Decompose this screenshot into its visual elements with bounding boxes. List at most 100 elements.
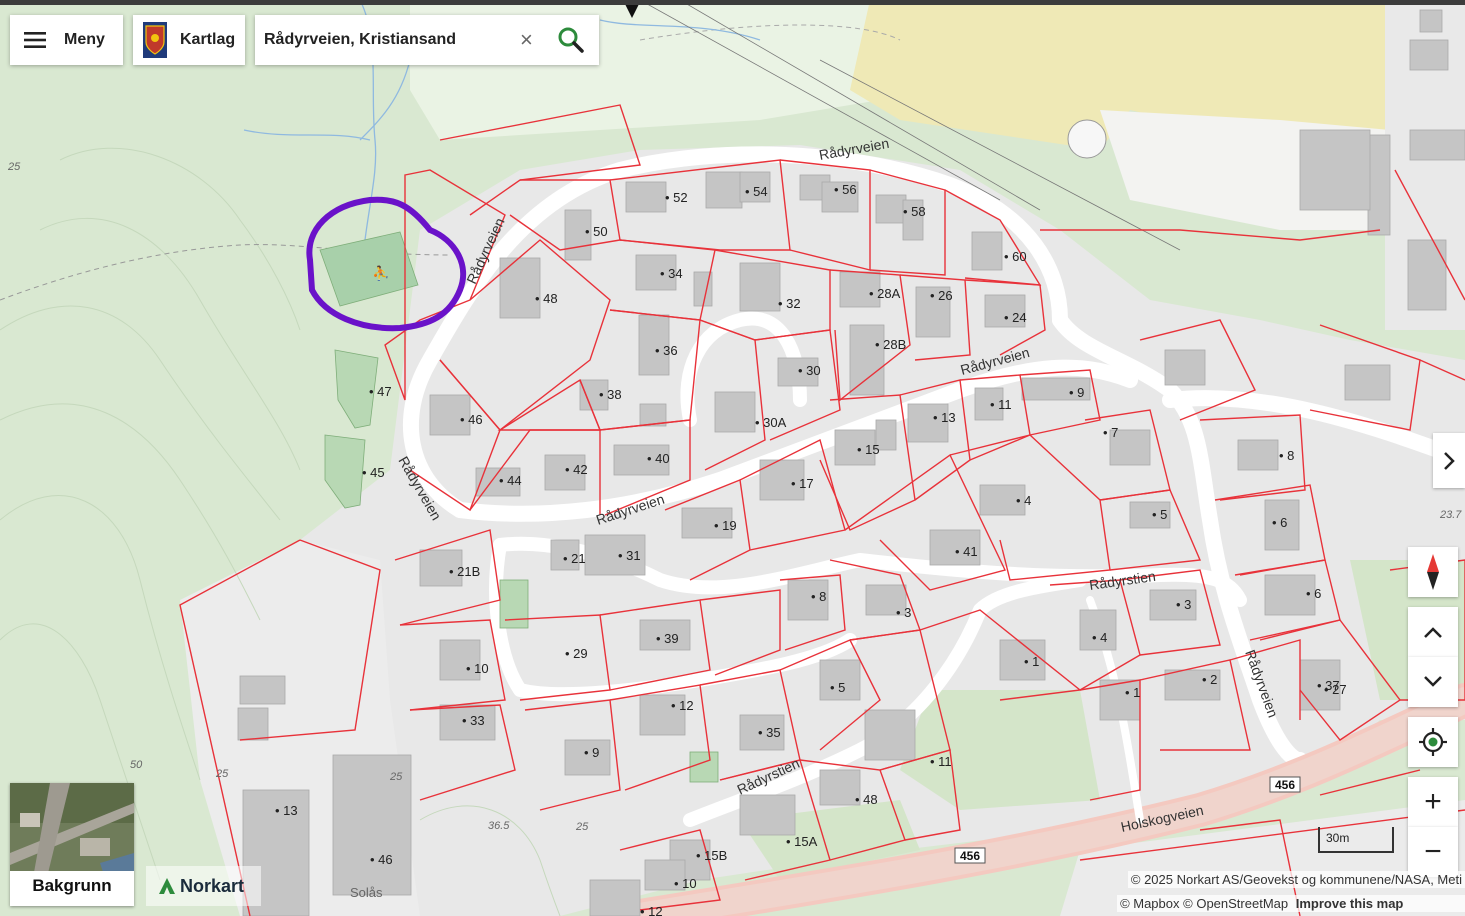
house-number-label: • 60 bbox=[1004, 249, 1027, 264]
house-number-label: • 8 bbox=[811, 589, 826, 604]
search-icon[interactable] bbox=[557, 26, 585, 54]
elevation-label: 36.5 bbox=[488, 820, 510, 832]
house-number-label: • 10 bbox=[674, 876, 697, 891]
zoom-in-button[interactable]: + bbox=[1408, 777, 1458, 827]
house-number-label: • 34 bbox=[660, 266, 683, 281]
house-number-label: • 33 bbox=[462, 713, 485, 728]
clear-search-button[interactable]: × bbox=[520, 27, 533, 53]
house-number-label: • 29 bbox=[565, 646, 588, 661]
house-number-label: • 12 bbox=[640, 904, 663, 916]
chevron-down-icon bbox=[1424, 676, 1442, 687]
house-number-label: • 47 bbox=[369, 384, 392, 399]
house-number-label: • 40 bbox=[647, 451, 670, 466]
hamburger-icon bbox=[24, 32, 46, 48]
house-number-label: • 45 bbox=[362, 465, 385, 480]
house-number-label: • 11 bbox=[930, 754, 952, 769]
house-number-label: • 21B bbox=[449, 564, 480, 579]
house-number-label: • 56 bbox=[834, 182, 857, 197]
house-number-label: • 1 bbox=[1024, 654, 1039, 669]
house-number-label: • 44 bbox=[499, 473, 522, 488]
road-shield: 456 bbox=[960, 849, 980, 863]
house-number-label: • 5 bbox=[830, 680, 845, 695]
layers-button[interactable]: Kartlag bbox=[133, 15, 245, 65]
house-number-label: • 36 bbox=[655, 343, 678, 358]
house-number-label: • 13 bbox=[933, 410, 956, 425]
house-number-label: • 58 bbox=[903, 204, 926, 219]
locate-button[interactable] bbox=[1408, 717, 1458, 767]
norkart-logo-icon bbox=[159, 878, 175, 894]
expand-panel-button[interactable] bbox=[1433, 433, 1465, 488]
house-number-label: • 9 bbox=[1069, 385, 1084, 400]
road-shield: 456 bbox=[1275, 778, 1295, 792]
house-number-label: • 30 bbox=[798, 363, 821, 378]
compass-icon bbox=[1427, 554, 1439, 590]
house-number-label: • 31 bbox=[618, 548, 641, 563]
layers-label: Kartlag bbox=[180, 31, 236, 48]
house-number-label: • 26 bbox=[930, 288, 953, 303]
house-number-label: • 48 bbox=[535, 291, 558, 306]
house-number-label: • 1 bbox=[1125, 685, 1140, 700]
svg-text:⛹: ⛹ bbox=[372, 264, 389, 282]
house-number-label: • 54 bbox=[745, 184, 768, 199]
elevation-label: 50 bbox=[130, 759, 143, 771]
norkart-logo-text: Norkart bbox=[180, 875, 245, 896]
house-number-label: • 4 bbox=[1092, 630, 1107, 645]
elevation-label: 25 bbox=[7, 161, 21, 173]
house-number-label: • 2 bbox=[1202, 672, 1217, 687]
mapbox-link[interactable]: © Mapbox bbox=[1120, 896, 1179, 911]
house-number-label: • 46 bbox=[370, 852, 393, 867]
house-number-label: • 42 bbox=[565, 462, 588, 477]
top-bar bbox=[0, 0, 1465, 5]
house-number-label: • 13 bbox=[275, 803, 298, 818]
search-box[interactable]: × bbox=[255, 15, 599, 65]
house-number-label: • 52 bbox=[665, 190, 688, 205]
house-number-label: • 15B bbox=[696, 848, 727, 863]
search-input[interactable] bbox=[262, 30, 506, 50]
map-canvas[interactable]: ⛹ Rådyrveien Rådyrveien Rådyrveien Rådyr… bbox=[0, 0, 1465, 916]
house-number-label: • 5 bbox=[1152, 507, 1167, 522]
place-label: Solås bbox=[350, 885, 383, 900]
house-number-label: • 3 bbox=[896, 605, 911, 620]
attribution-links: © Mapbox © OpenStreetMap Improve this ma… bbox=[1117, 895, 1465, 912]
house-number-label: • 4 bbox=[1016, 493, 1031, 508]
menu-button[interactable]: Meny bbox=[10, 15, 123, 65]
house-number-label: • 48 bbox=[855, 792, 878, 807]
house-number-label: • 8 bbox=[1279, 448, 1294, 463]
house-number-label: • 37 bbox=[1317, 678, 1340, 693]
improve-map-link[interactable]: Improve this map bbox=[1296, 896, 1404, 911]
house-number-label: • 46 bbox=[460, 412, 483, 427]
norkart-logo[interactable]: Norkart bbox=[146, 866, 261, 906]
zoom-out-button[interactable]: − bbox=[1408, 827, 1458, 877]
house-number-label: • 35 bbox=[758, 725, 781, 740]
house-number-label: • 15 bbox=[857, 442, 880, 457]
basemap-switcher[interactable]: Bakgrunn bbox=[10, 783, 134, 906]
house-number-label: • 28B bbox=[875, 337, 906, 352]
menu-label: Meny bbox=[64, 31, 105, 48]
house-number-label: • 9 bbox=[584, 745, 599, 760]
compass-button[interactable] bbox=[1408, 547, 1458, 597]
house-number-label: • 30A bbox=[755, 415, 787, 430]
house-number-label: • 19 bbox=[714, 518, 737, 533]
house-number-label: • 32 bbox=[778, 296, 801, 311]
house-number-label: • 10 bbox=[466, 661, 489, 676]
house-number-label: • 28A bbox=[869, 286, 901, 301]
house-number-label: • 38 bbox=[599, 387, 622, 402]
house-number-label: • 17 bbox=[791, 476, 814, 491]
house-number-label: • 15A bbox=[786, 834, 818, 849]
house-number-label: • 6 bbox=[1272, 515, 1287, 530]
house-number-label: • 11 bbox=[990, 397, 1012, 412]
house-number-label: • 3 bbox=[1176, 597, 1191, 612]
house-number-label: • 21 bbox=[563, 551, 586, 566]
locate-icon bbox=[1419, 728, 1447, 756]
elevation-label: 25 bbox=[215, 768, 229, 780]
house-number-label: • 12 bbox=[671, 698, 694, 713]
house-number-label: • 50 bbox=[585, 224, 608, 239]
house-number-label: • 41 bbox=[955, 544, 978, 559]
pan-down-button[interactable] bbox=[1408, 657, 1458, 707]
municipality-crest-icon bbox=[143, 22, 167, 58]
house-number-label: • 7 bbox=[1103, 425, 1118, 440]
chevron-right-icon bbox=[1444, 451, 1455, 470]
pan-up-button[interactable] bbox=[1408, 607, 1458, 657]
osm-link[interactable]: © OpenStreetMap bbox=[1183, 896, 1288, 911]
chevron-up-icon bbox=[1424, 627, 1442, 638]
